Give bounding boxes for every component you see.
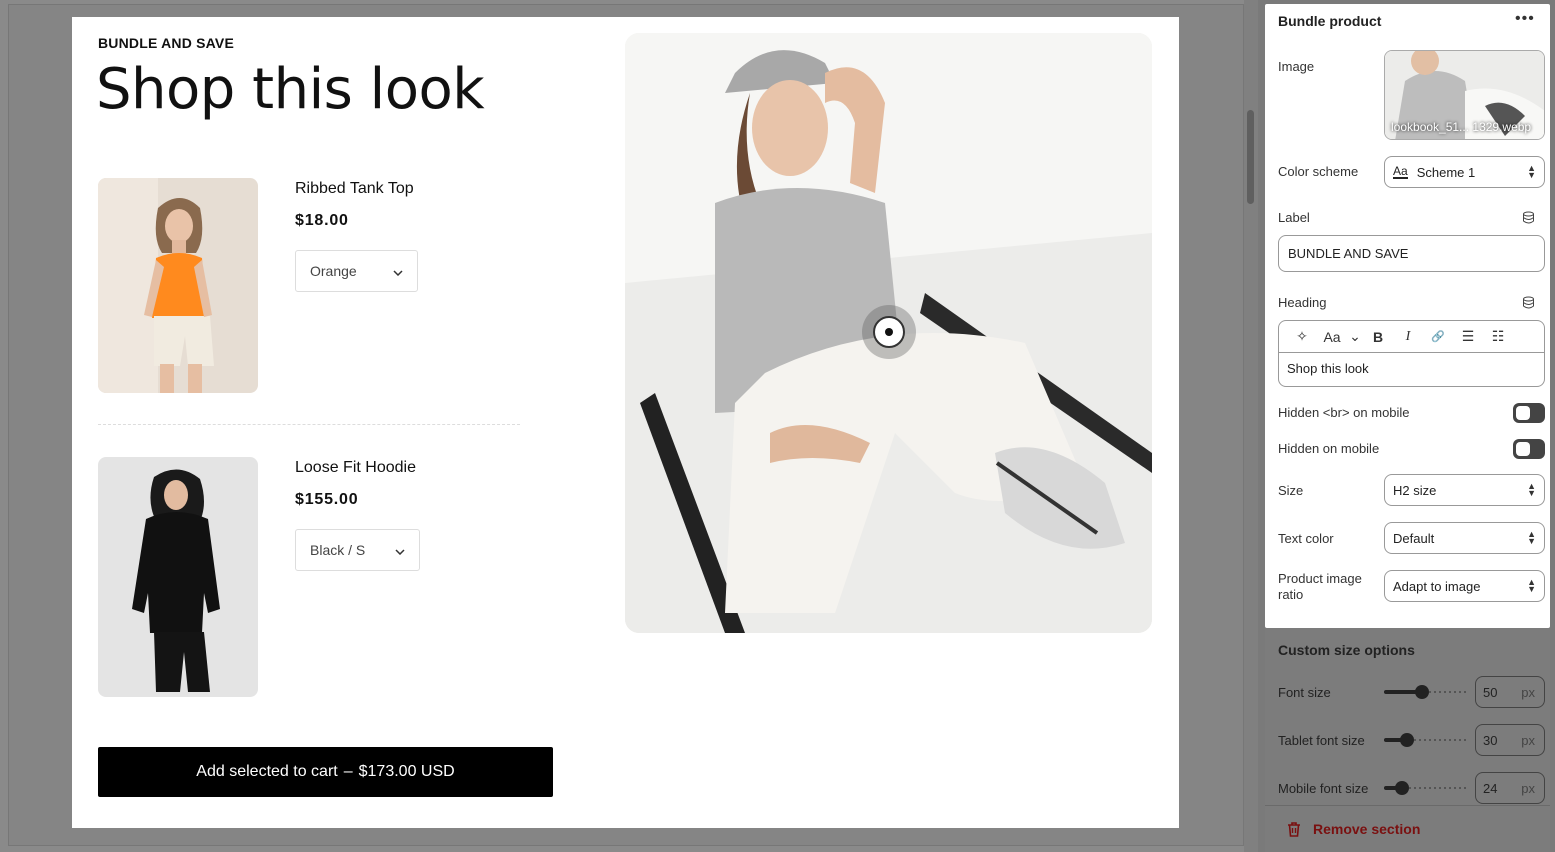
hidden-mobile-label: Hidden on mobile bbox=[1278, 441, 1380, 456]
font-size-input[interactable]: 50 px bbox=[1475, 676, 1545, 708]
trash-icon bbox=[1288, 821, 1300, 837]
cart-button-total: $173.00 USD bbox=[358, 763, 455, 780]
slider-knob[interactable] bbox=[1400, 733, 1414, 747]
heading-input[interactable]: Shop this look bbox=[1279, 353, 1544, 384]
tablet-font-size-unit: px bbox=[1521, 732, 1535, 748]
hidden-br-label: Hidden <br> on mobile bbox=[1278, 405, 1410, 420]
rte-toolbar: ✧ Aa ⌄ B I 🔗 ☰ ☷ bbox=[1279, 321, 1544, 353]
select-arrows-icon: ▲ ▼ bbox=[1527, 577, 1536, 594]
dynamic-source-icon[interactable] bbox=[1522, 296, 1535, 309]
toggle-knob bbox=[1516, 406, 1530, 420]
add-to-cart-button[interactable]: Add selected to cart – $173.00 USD bbox=[98, 747, 553, 797]
chevron-down-icon bbox=[393, 263, 403, 279]
product-name[interactable]: Ribbed Tank Top bbox=[295, 180, 414, 198]
product-divider bbox=[98, 424, 520, 425]
more-options-icon[interactable]: ••• bbox=[1515, 10, 1535, 28]
cart-button-separator: – bbox=[343, 763, 353, 780]
remove-section-button[interactable]: Remove section bbox=[1287, 821, 1420, 837]
remove-section-label: Remove section bbox=[1313, 821, 1421, 837]
slider-knob[interactable] bbox=[1395, 781, 1409, 795]
color-scheme-value: Scheme 1 bbox=[1416, 164, 1476, 180]
custom-size-title: Custom size options bbox=[1278, 642, 1415, 658]
image-ratio-value: Adapt to image bbox=[1393, 578, 1481, 594]
tablet-font-size-slider[interactable] bbox=[1384, 732, 1466, 748]
image-label: Image bbox=[1278, 59, 1315, 74]
slider-knob[interactable] bbox=[1415, 685, 1429, 699]
canvas-scrollbar-thumb[interactable] bbox=[1247, 110, 1254, 204]
product-image[interactable] bbox=[98, 457, 258, 697]
text-color-label: Text color bbox=[1278, 531, 1334, 546]
font-size-label: Font size bbox=[1278, 685, 1331, 700]
size-select[interactable]: H2 size ▲ ▼ bbox=[1384, 474, 1545, 506]
image-ratio-label: Product image ratio bbox=[1278, 571, 1362, 603]
size-label: Size bbox=[1278, 483, 1304, 498]
mobile-font-size-slider[interactable] bbox=[1384, 780, 1466, 796]
variant-select[interactable]: Black / S bbox=[295, 529, 420, 571]
label-input[interactable]: BUNDLE AND SAVE bbox=[1278, 235, 1545, 272]
hotspot-dot bbox=[885, 328, 893, 336]
settings-panel: Bundle product ••• Image lookbook_51... … bbox=[1265, 4, 1550, 628]
section-label: BUNDLE AND SAVE bbox=[98, 35, 235, 51]
bold-icon[interactable]: B bbox=[1363, 329, 1393, 345]
font-size-value: 50 bbox=[1483, 684, 1498, 700]
select-arrows-icon: ▲ ▼ bbox=[1527, 481, 1536, 498]
bundle-section-preview[interactable]: BUNDLE AND SAVE Shop this look Ribbed Ta… bbox=[72, 17, 1179, 828]
link-icon[interactable]: 🔗 bbox=[1423, 330, 1453, 343]
product-card: Ribbed Tank Top $18.00 Orange bbox=[98, 178, 528, 393]
hidden-mobile-toggle[interactable] bbox=[1513, 439, 1545, 459]
chevron-down-icon bbox=[395, 542, 405, 558]
mobile-font-size-unit: px bbox=[1521, 780, 1535, 796]
variant-value: Orange bbox=[310, 263, 357, 279]
color-scheme-label: Color scheme bbox=[1278, 164, 1359, 179]
hidden-br-toggle[interactable] bbox=[1513, 403, 1545, 423]
cart-button-label: Add selected to cart bbox=[196, 763, 338, 780]
select-arrows-icon: ▲ ▼ bbox=[1527, 163, 1536, 180]
image-picker[interactable]: lookbook_51... 1329.webp bbox=[1384, 50, 1545, 140]
toggle-knob bbox=[1516, 442, 1530, 456]
panel-title: Bundle product bbox=[1278, 13, 1382, 29]
label-field-label: Label bbox=[1278, 210, 1310, 225]
image-ratio-label-line2: ratio bbox=[1278, 587, 1304, 602]
product-card: Loose Fit Hoodie $155.00 Black / S bbox=[98, 457, 528, 697]
select-arrows-icon: ▲ ▼ bbox=[1527, 529, 1536, 546]
product-price: $155.00 bbox=[295, 491, 359, 508]
mobile-font-size-label: Mobile font size bbox=[1278, 781, 1369, 796]
mobile-font-size-value: 24 bbox=[1483, 780, 1498, 796]
image-ratio-label-line1: Product image bbox=[1278, 571, 1362, 586]
variant-select[interactable]: Orange bbox=[295, 250, 418, 292]
product-image[interactable] bbox=[98, 178, 258, 393]
italic-icon[interactable]: I bbox=[1393, 329, 1423, 345]
chevron-down-icon[interactable]: ⌄ bbox=[1347, 328, 1363, 345]
tablet-font-size-label: Tablet font size bbox=[1278, 733, 1365, 748]
text-color-select[interactable]: Default ▲ ▼ bbox=[1384, 522, 1545, 554]
ai-sparkle-icon[interactable]: ✧ bbox=[1287, 328, 1317, 345]
hotspot-ring bbox=[873, 316, 905, 348]
dynamic-source-icon[interactable] bbox=[1522, 211, 1535, 224]
bullet-list-icon[interactable]: ☰ bbox=[1453, 328, 1483, 345]
section-heading: Shop this look bbox=[96, 57, 485, 122]
size-value: H2 size bbox=[1393, 482, 1437, 498]
image-filename: lookbook_51... 1329.webp bbox=[1391, 120, 1532, 134]
font-size-slider[interactable] bbox=[1384, 684, 1466, 700]
color-scheme-icon: Aa bbox=[1393, 164, 1408, 179]
variant-value: Black / S bbox=[310, 542, 366, 558]
image-ratio-select[interactable]: Adapt to image ▲ ▼ bbox=[1384, 570, 1545, 602]
tablet-font-size-input[interactable]: 30 px bbox=[1475, 724, 1545, 756]
tablet-font-size-value: 30 bbox=[1483, 732, 1498, 748]
text-style-icon[interactable]: Aa bbox=[1317, 329, 1347, 345]
numbered-list-icon[interactable]: ☷ bbox=[1483, 328, 1513, 345]
heading-field-label: Heading bbox=[1278, 295, 1327, 310]
font-size-unit: px bbox=[1521, 684, 1535, 700]
text-color-value: Default bbox=[1393, 530, 1435, 546]
mobile-font-size-input[interactable]: 24 px bbox=[1475, 772, 1545, 804]
hotspot-marker[interactable] bbox=[862, 305, 916, 359]
product-name[interactable]: Loose Fit Hoodie bbox=[295, 459, 416, 477]
section-divider bbox=[1265, 805, 1550, 806]
custom-size-section: Custom size options Font size 50 px Tabl… bbox=[1265, 628, 1550, 852]
heading-rich-text-editor: ✧ Aa ⌄ B I 🔗 ☰ ☷ Shop this look bbox=[1278, 320, 1545, 387]
color-scheme-select[interactable]: Aa Scheme 1 ▲ ▼ bbox=[1384, 156, 1545, 188]
product-price: $18.00 bbox=[295, 212, 349, 229]
